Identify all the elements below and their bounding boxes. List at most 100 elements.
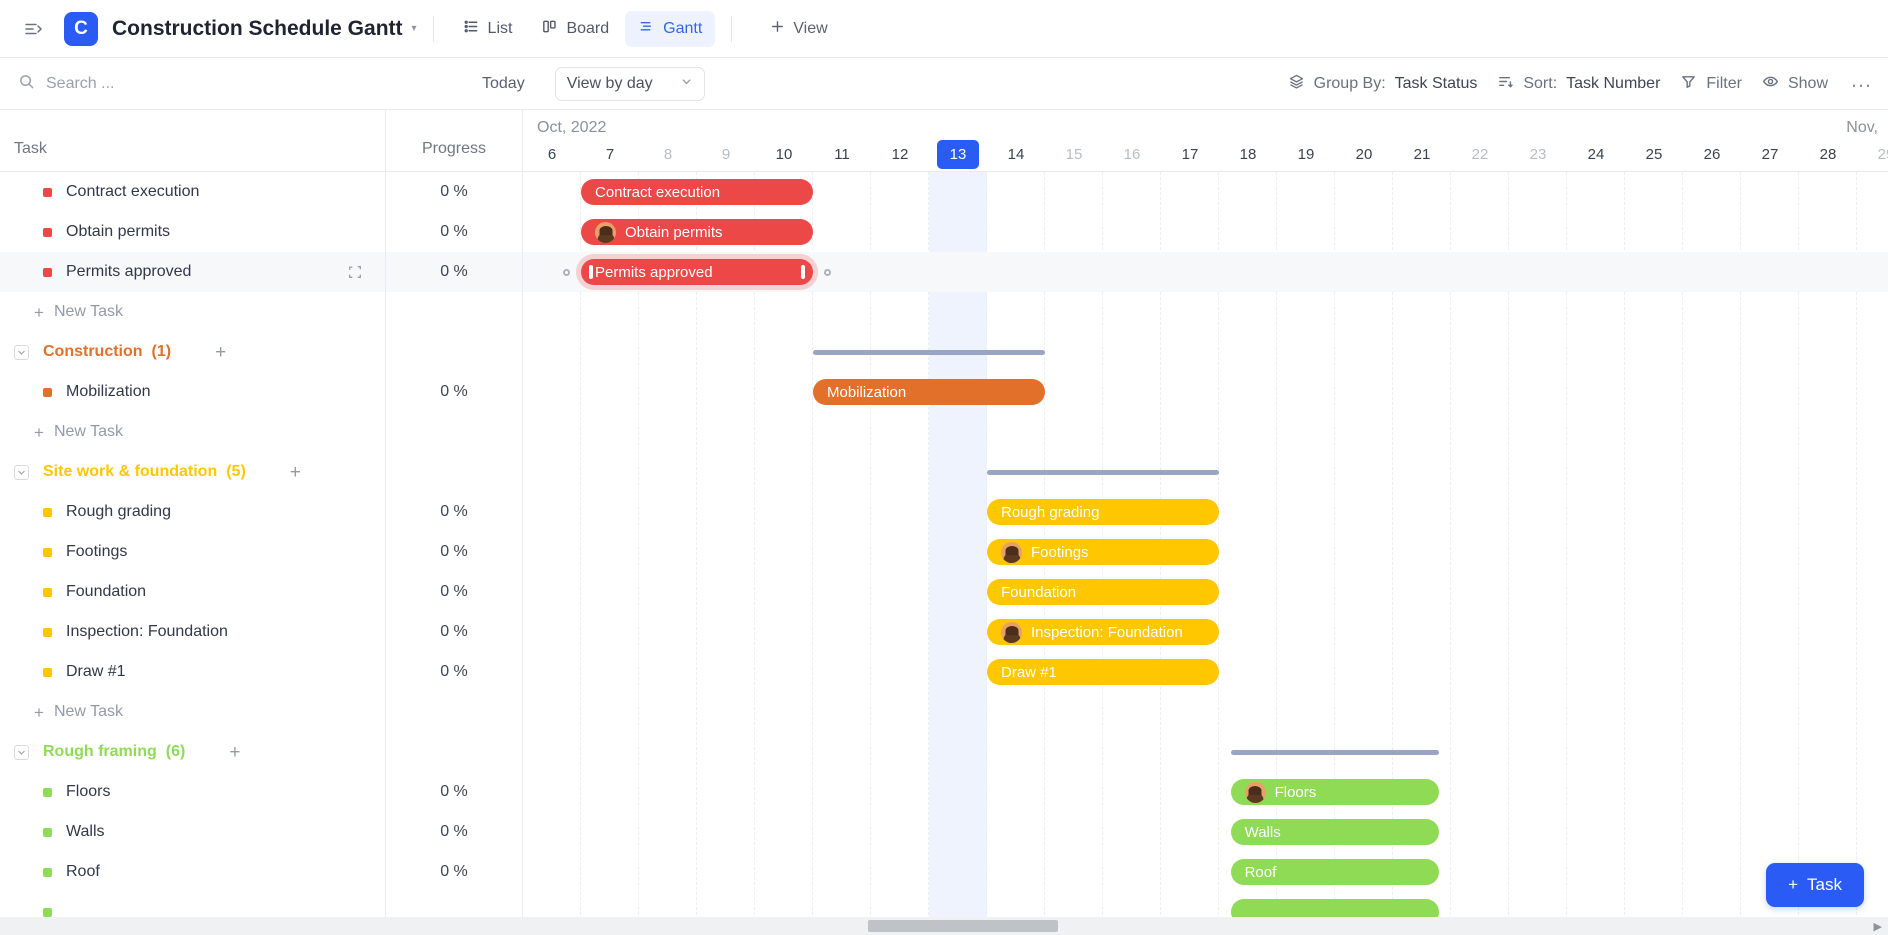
new-task-row[interactable]: +New Task — [0, 292, 522, 332]
table-row[interactable]: Mobilization0 % — [0, 372, 522, 412]
task-name-cell[interactable]: Contract execution — [0, 172, 385, 212]
timeline-row[interactable]: Footings — [523, 532, 1888, 572]
group-title-cell[interactable]: Construction(1)+ — [0, 332, 385, 372]
timeline-row[interactable] — [523, 332, 1888, 372]
gantt-bar[interactable]: Roof — [1231, 859, 1440, 885]
task-name-cell[interactable]: Roof — [0, 852, 385, 892]
scroll-right-arrow-icon[interactable]: ▶ — [1874, 920, 1882, 933]
day-cell-8[interactable]: 8 — [639, 137, 697, 171]
day-cell-14[interactable]: 14 — [987, 137, 1045, 171]
progress-cell[interactable]: 0 % — [385, 372, 522, 412]
day-cell-17[interactable]: 17 — [1161, 137, 1219, 171]
gantt-bar[interactable]: Draw #1 — [987, 659, 1219, 685]
assignee-avatar[interactable] — [1001, 622, 1022, 643]
day-cell-12[interactable]: 12 — [871, 137, 929, 171]
progress-cell[interactable]: 0 % — [385, 252, 522, 292]
sidebar-toggle-icon[interactable] — [16, 12, 50, 46]
table-row[interactable]: Floors0 % — [0, 772, 522, 812]
day-cell-9[interactable]: 9 — [697, 137, 755, 171]
timeline-row[interactable]: Inspection: Foundation — [523, 612, 1888, 652]
view-mode-select[interactable]: View by day — [555, 67, 705, 101]
table-row[interactable]: Walls0 % — [0, 812, 522, 852]
task-name-cell[interactable]: Footings — [0, 532, 385, 572]
gantt-bar[interactable]: Foundation — [987, 579, 1219, 605]
tab-gantt[interactable]: Gantt — [625, 11, 715, 47]
day-cell-20[interactable]: 20 — [1335, 137, 1393, 171]
new-task-button[interactable]: +New Task — [0, 692, 385, 732]
task-name-cell[interactable]: Inspection: Foundation — [0, 612, 385, 652]
group-header-row[interactable]: Rough framing(6)+ — [0, 732, 522, 772]
day-cell-19[interactable]: 19 — [1277, 137, 1335, 171]
table-row[interactable]: Rough grading0 % — [0, 492, 522, 532]
table-row[interactable]: Foundation0 % — [0, 572, 522, 612]
gantt-bar[interactable]: Permits approved — [581, 259, 813, 285]
scrollbar-thumb[interactable] — [868, 920, 1058, 932]
progress-cell[interactable]: 0 % — [385, 572, 522, 612]
progress-cell[interactable]: 0 % — [385, 212, 522, 252]
search-field[interactable] — [0, 73, 390, 95]
task-name-cell[interactable]: Draw #1 — [0, 652, 385, 692]
day-cell-10[interactable]: 10 — [755, 137, 813, 171]
day-cell-6[interactable]: 6 — [523, 137, 581, 171]
day-cell-11[interactable]: 11 — [813, 137, 871, 171]
task-name-cell[interactable]: Walls — [0, 812, 385, 852]
new-task-row[interactable]: +New Task — [0, 692, 522, 732]
add-task-to-group-icon[interactable]: + — [215, 343, 226, 362]
day-cell-26[interactable]: 26 — [1683, 137, 1741, 171]
day-cell-29[interactable]: 29 — [1857, 137, 1888, 171]
table-row[interactable]: Inspection: Foundation0 % — [0, 612, 522, 652]
day-cell-18[interactable]: 18 — [1219, 137, 1277, 171]
search-input[interactable] — [46, 75, 346, 93]
filter-button[interactable]: Filter — [1670, 67, 1752, 101]
group-summary-bar[interactable] — [813, 350, 1045, 355]
today-button[interactable]: Today — [470, 69, 537, 99]
table-row[interactable]: Obtain permits0 % — [0, 212, 522, 252]
timeline-row[interactable]: Contract execution — [523, 172, 1888, 212]
timeline-row[interactable] — [523, 292, 1888, 332]
table-row[interactable]: Draw #10 % — [0, 652, 522, 692]
new-task-row[interactable]: +New Task — [0, 412, 522, 452]
collapse-group-icon[interactable] — [14, 745, 29, 760]
timeline-row[interactable]: Walls — [523, 812, 1888, 852]
task-name-cell[interactable]: Obtain permits — [0, 212, 385, 252]
day-cell-25[interactable]: 25 — [1625, 137, 1683, 171]
add-view-button[interactable]: View — [757, 11, 839, 47]
day-cell-28[interactable]: 28 — [1799, 137, 1857, 171]
group-summary-bar[interactable] — [987, 470, 1219, 475]
progress-cell[interactable]: 0 % — [385, 812, 522, 852]
dependency-dot-start[interactable] — [563, 269, 570, 276]
progress-cell[interactable]: 0 % — [385, 652, 522, 692]
column-header-progress[interactable]: Progress — [385, 110, 522, 171]
group-header-row[interactable]: Construction(1)+ — [0, 332, 522, 372]
show-button[interactable]: Show — [1752, 67, 1838, 101]
assignee-avatar[interactable] — [1001, 542, 1022, 563]
tab-board[interactable]: Board — [528, 11, 622, 47]
timeline-row[interactable]: Roof — [523, 852, 1888, 892]
progress-cell[interactable]: 0 % — [385, 772, 522, 812]
chevron-down-icon[interactable]: ▾ — [412, 23, 417, 34]
gantt-bar[interactable]: Walls — [1231, 819, 1440, 845]
group-header-row[interactable]: Site work & foundation(5)+ — [0, 452, 522, 492]
day-cell-24[interactable]: 24 — [1567, 137, 1625, 171]
new-task-button[interactable]: +New Task — [0, 412, 385, 452]
progress-cell[interactable]: 0 % — [385, 492, 522, 532]
day-cell-22[interactable]: 22 — [1451, 137, 1509, 171]
workspace-logo[interactable]: C — [64, 12, 98, 46]
task-name-cell[interactable]: Foundation — [0, 572, 385, 612]
day-cell-16[interactable]: 16 — [1103, 137, 1161, 171]
progress-cell[interactable]: 0 % — [385, 172, 522, 212]
timeline-row[interactable] — [523, 412, 1888, 452]
progress-cell[interactable]: 0 % — [385, 852, 522, 892]
day-cell-15[interactable]: 15 — [1045, 137, 1103, 171]
day-cell-13[interactable]: 13 — [929, 137, 987, 171]
task-name-cell[interactable]: Permits approved — [0, 252, 385, 292]
progress-cell[interactable]: 0 % — [385, 532, 522, 572]
gantt-bar[interactable]: Obtain permits — [581, 219, 813, 245]
gantt-bar[interactable]: Rough grading — [987, 499, 1219, 525]
table-row[interactable]: Contract execution0 % — [0, 172, 522, 212]
dependency-dot-end[interactable] — [824, 269, 831, 276]
gantt-bar[interactable]: Inspection: Foundation — [987, 619, 1219, 645]
assignee-avatar[interactable] — [595, 222, 616, 243]
collapse-group-icon[interactable] — [14, 465, 29, 480]
timeline-row[interactable]: Draw #1 — [523, 652, 1888, 692]
